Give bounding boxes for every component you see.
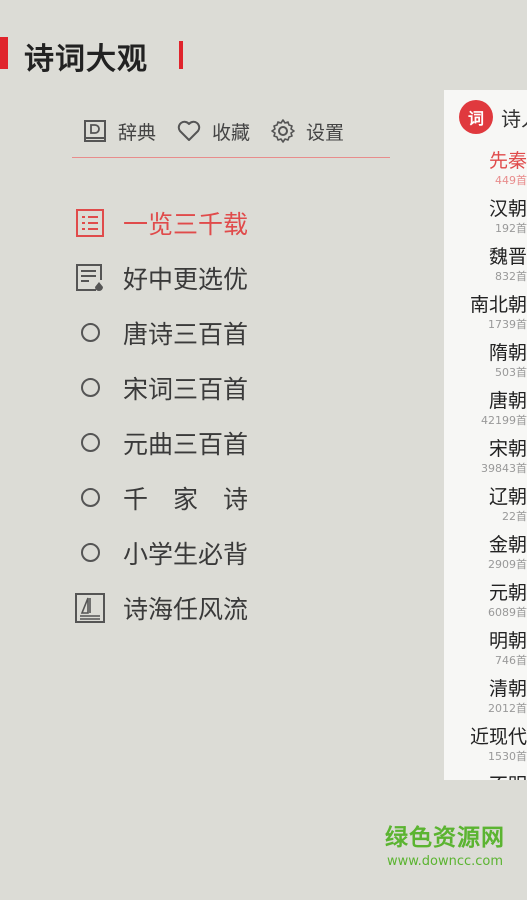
menu-item-tang-poems[interactable]: 唐诗三百首	[73, 305, 248, 360]
radio-circle-icon	[73, 316, 107, 350]
radio-circle-icon	[73, 481, 107, 515]
dictionary-button[interactable]: 辞典	[82, 118, 156, 145]
dynasty-count: 22首	[502, 510, 527, 523]
radio-circle-icon	[73, 426, 107, 460]
dynasty-item[interactable]: 隋朝 503首	[444, 340, 527, 388]
dynasty-name: 清朝	[488, 678, 527, 700]
dynasty-item[interactable]: 唐朝 42199首	[444, 388, 527, 436]
left-accent-bar	[0, 37, 8, 69]
dynasty-count: 192首	[495, 222, 527, 235]
poet-panel: 词 诗人 先秦 449首汉朝 192首魏晋 832首南北朝 1739首隋朝 503首唐朝 4…	[444, 90, 527, 780]
menu-item-label: 元曲三百首	[123, 429, 249, 459]
dynasty-name: 元朝	[488, 582, 527, 604]
menu-item-qianjia[interactable]: 千 家 诗	[73, 470, 248, 525]
dynasty-item[interactable]: 先秦 449首	[444, 148, 527, 196]
dynasty-name: 汉朝	[488, 198, 527, 220]
dynasty-count: 6089首	[488, 606, 527, 619]
dynasty-item[interactable]: 不明4首	[444, 772, 527, 780]
menu-item-label: 小学生必背	[123, 539, 249, 569]
heart-icon	[177, 120, 201, 141]
radio-circle-icon	[73, 536, 107, 570]
dynasty-item[interactable]: 魏晋 832首	[444, 244, 527, 292]
menu-item-label: 诗海任风流	[123, 594, 249, 624]
main-menu: 一览三千载 好中更选优 唐诗三百首 宋词三百首 元曲三百首 千 家 诗 小学生必…	[73, 195, 248, 635]
app-title: 诗词大观	[24, 42, 148, 77]
menu-item-label: 千 家 诗	[123, 484, 249, 514]
dynasty-item[interactable]: 宋朝 39843首	[444, 436, 527, 484]
dynasty-count: 449首	[495, 174, 527, 187]
favorites-button[interactable]: 收藏	[176, 118, 250, 145]
dynasty-item[interactable]: 近现代 1530首	[444, 724, 527, 772]
menu-item-label: 宋词三百首	[123, 374, 249, 404]
menu-item-overview[interactable]: 一览三千载	[73, 195, 248, 250]
dynasty-name: 不明	[444, 772, 527, 780]
app-logo: 词	[459, 100, 493, 134]
panel-header: 词 诗人	[459, 100, 527, 134]
toolbar: 辞典 收藏 设置	[82, 115, 364, 147]
dynasty-count: 832首	[495, 270, 527, 283]
dynasty-item[interactable]: 汉朝 192首	[444, 196, 527, 244]
dynasty-list: 先秦 449首汉朝 192首魏晋 832首南北朝 1739首隋朝 503首唐朝 42199首…	[444, 148, 527, 780]
gear-icon	[271, 119, 295, 143]
dynasty-item[interactable]: 辽朝 22首	[444, 484, 527, 532]
panel-title: 诗人	[501, 106, 527, 131]
settings-button[interactable]: 设置	[270, 118, 344, 145]
dynasty-count: 746首	[495, 654, 527, 667]
dictionary-label: 辞典	[118, 121, 157, 144]
favorites-label: 收藏	[212, 121, 251, 144]
dynasty-item[interactable]: 清朝 2012首	[444, 676, 527, 724]
dynasty-count: 42199首	[481, 414, 527, 427]
watermark-url: www.downcc.com	[386, 854, 504, 869]
dynasty-name: 金朝	[488, 534, 527, 556]
dynasty-item[interactable]: 金朝 2909首	[444, 532, 527, 580]
dynasty-name: 明朝	[488, 630, 527, 652]
dynasty-count: 2909首	[488, 558, 527, 571]
dynasty-count: 39843首	[481, 462, 527, 475]
sail-book-icon	[73, 591, 107, 625]
menu-item-primary-school[interactable]: 小学生必背	[73, 525, 248, 580]
menu-item-selected[interactable]: 好中更选优	[73, 250, 248, 305]
dynasty-count: 1739首	[488, 318, 527, 331]
title-accent-mark	[179, 41, 183, 69]
edit-note-icon	[73, 261, 107, 295]
dynasty-name: 近现代	[469, 726, 527, 748]
dynasty-item[interactable]: 元朝 6089首	[444, 580, 527, 628]
dictionary-icon	[84, 120, 106, 142]
dynasty-count: 503首	[495, 366, 527, 379]
dynasty-name: 辽朝	[488, 486, 527, 508]
dynasty-item[interactable]: 南北朝 1739首	[444, 292, 527, 340]
dynasty-count: 1530首	[488, 750, 527, 763]
menu-item-song-ci[interactable]: 宋词三百首	[73, 360, 248, 415]
watermark-title: 绿色资源网	[385, 825, 505, 851]
menu-item-label: 唐诗三百首	[123, 319, 249, 349]
list-icon	[73, 206, 107, 240]
dynasty-name: 先秦	[488, 150, 527, 172]
settings-label: 设置	[306, 121, 345, 144]
dynasty-name: 宋朝	[488, 438, 527, 460]
menu-item-label: 一览三千载	[123, 209, 249, 239]
watermark: 绿色资源网 www.downcc.com	[385, 818, 505, 869]
dynasty-name: 魏晋	[488, 246, 527, 268]
dynasty-name: 南北朝	[469, 294, 527, 316]
toolbar-divider	[72, 157, 390, 158]
menu-item-label: 好中更选优	[123, 264, 249, 294]
dynasty-name: 唐朝	[488, 390, 527, 412]
dynasty-name: 隋朝	[488, 342, 527, 364]
radio-circle-icon	[73, 371, 107, 405]
menu-item-yuan-qu[interactable]: 元曲三百首	[73, 415, 248, 470]
dynasty-count: 2012首	[488, 702, 527, 715]
dynasty-item[interactable]: 明朝 746首	[444, 628, 527, 676]
menu-item-poetry-sea[interactable]: 诗海任风流	[73, 580, 248, 635]
